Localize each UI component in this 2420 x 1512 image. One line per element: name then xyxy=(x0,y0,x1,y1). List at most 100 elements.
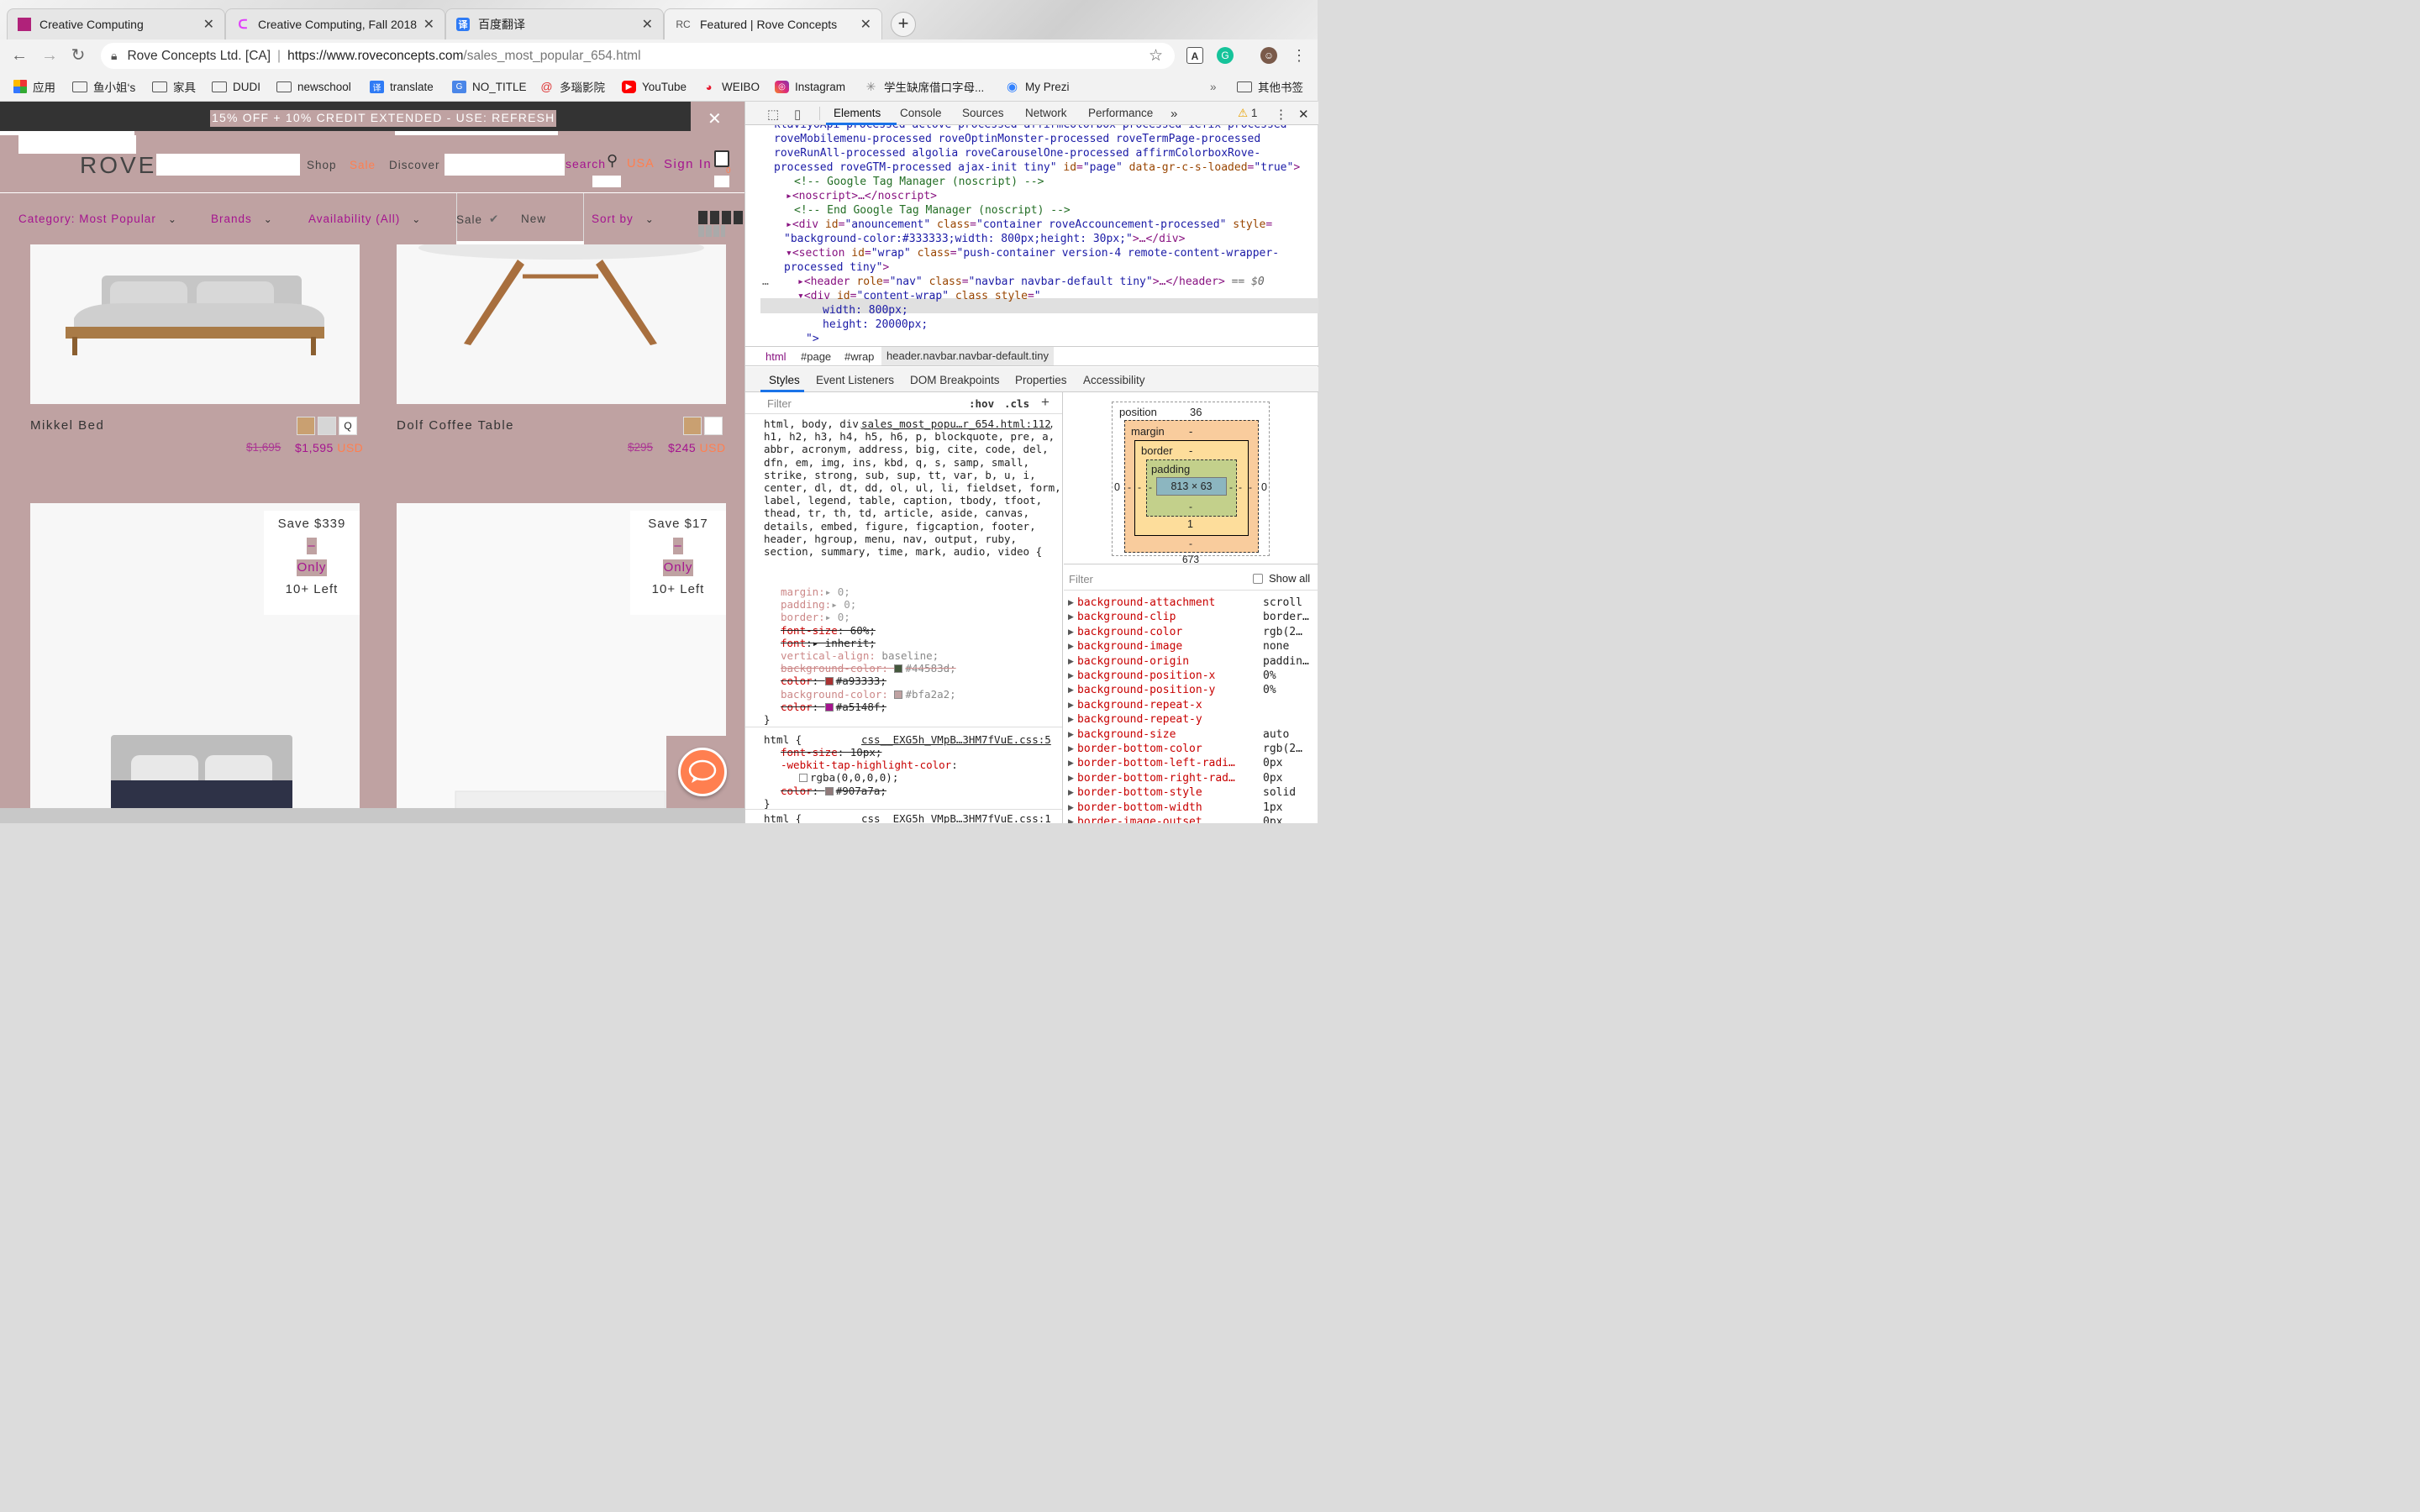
product-name[interactable]: Mikkel Bed xyxy=(30,418,104,433)
bookmark-folder[interactable]: 鱼小姐‘s xyxy=(72,77,135,96)
rule-selector[interactable]: html { xyxy=(764,733,802,746)
decl[interactable]: background-color: #bfa2a2; xyxy=(764,688,956,701)
rule-source-link[interactable]: css__EXG5h_VMpB…3HM7fVuE.css:1 xyxy=(861,812,1051,823)
computed-property[interactable]: background-position-y xyxy=(1077,684,1215,696)
swatch-grey[interactable] xyxy=(318,417,336,435)
dom-ellipsis[interactable]: … xyxy=(762,275,769,289)
decl[interactable]: font-size: 60%; xyxy=(764,624,956,637)
bookmark-site[interactable]: @ 多瑙影院 xyxy=(539,77,605,96)
sort-by[interactable]: Sort by ⌄ xyxy=(592,213,655,225)
expand-icon[interactable]: ▶ xyxy=(1068,627,1074,637)
decl-value[interactable]: rgba(0,0,0,0); xyxy=(764,771,958,784)
filter-availability[interactable]: Availability (All) ⌄ xyxy=(308,213,421,225)
announcement-text[interactable]: 15% OFF + 10% CREDIT EXTENDED - USE: REF… xyxy=(210,110,557,127)
dom-line[interactable]: ▾<section id="wrap" class="push-containe… xyxy=(786,246,1279,260)
hov-toggle[interactable]: :hov xyxy=(969,397,994,410)
decl[interactable]: color: #a93333; xyxy=(764,675,956,687)
expand-icon[interactable]: ▶ xyxy=(1068,715,1074,724)
expand-icon[interactable]: ▶ xyxy=(1068,803,1074,812)
expand-icon[interactable]: ▶ xyxy=(1068,774,1074,783)
back-arrow-icon[interactable]: ← xyxy=(8,45,30,66)
close-icon[interactable]: ✕ xyxy=(708,108,722,129)
tab-styles[interactable]: Styles xyxy=(769,374,800,386)
product-image-dolf-coffee-table[interactable] xyxy=(397,236,726,404)
other-bookmarks[interactable]: 其他书签 xyxy=(1237,77,1303,96)
computed-property[interactable]: border-bottom-color xyxy=(1077,743,1202,755)
inspect-icon[interactable]: ⬚ xyxy=(767,107,779,122)
expand-icon[interactable]: ▶ xyxy=(1068,788,1074,797)
computed-property[interactable]: background-attachment xyxy=(1077,596,1215,609)
dom-line[interactable]: processed roveGTM-processed ajax-init ti… xyxy=(774,160,1300,175)
decl[interactable]: margin:▸ 0; xyxy=(764,585,956,598)
decl[interactable]: padding:▸ 0; xyxy=(764,598,956,611)
computed-property[interactable]: border-bottom-left-radi… xyxy=(1077,757,1235,769)
bookmark-site[interactable]: ◎ Instagram xyxy=(775,77,845,96)
dom-line[interactable]: roveRunAll-processed algolia roveCarouse… xyxy=(774,146,1260,160)
sign-in-link[interactable]: Sign In xyxy=(664,157,712,171)
menu-discover[interactable]: Discover xyxy=(389,159,440,171)
add-rule-icon[interactable]: + xyxy=(1041,394,1050,411)
expand-icon[interactable]: ▶ xyxy=(1068,685,1074,695)
expand-icon[interactable]: ▶ xyxy=(1068,612,1074,622)
rule-selector[interactable]: html, body, div, span, applet, object, i… xyxy=(764,417,1061,558)
computed-property[interactable]: background-image xyxy=(1077,640,1182,653)
profile-avatar-icon[interactable]: ☺ xyxy=(1260,47,1277,64)
expand-icon[interactable]: ▶ xyxy=(1068,817,1074,823)
search-icon[interactable]: ⚲ xyxy=(607,152,618,170)
bookmark-folder[interactable]: 家具 xyxy=(152,77,196,96)
dom-line[interactable]: "background-color:#333333;width: 800px;h… xyxy=(784,232,1185,246)
device-toolbar-icon[interactable]: ▯ xyxy=(794,107,801,122)
close-tab-icon[interactable]: ✕ xyxy=(860,16,871,33)
dom-line[interactable]: ▾<div id="content-wrap" class style=" xyxy=(797,289,1041,303)
tab-dom-breakpoints[interactable]: DOM Breakpoints xyxy=(910,374,1000,386)
filter-sale[interactable]: Sale ✔ xyxy=(456,213,499,226)
swatch-white[interactable] xyxy=(704,417,723,435)
bookmark-site[interactable]: G NO_TITLE xyxy=(452,77,527,96)
show-all-checkbox[interactable] xyxy=(1253,574,1263,584)
crumb-header[interactable]: header.navbar.navbar-default.tiny xyxy=(881,347,1054,365)
computed-property[interactable]: border-bottom-style xyxy=(1077,786,1202,799)
computed-property[interactable]: border-bottom-right-rad… xyxy=(1077,772,1235,785)
menu-sale[interactable]: Sale xyxy=(350,159,376,171)
tab-properties[interactable]: Properties xyxy=(1015,374,1067,386)
computed-filter-input[interactable]: Filter xyxy=(1069,573,1093,585)
expand-icon[interactable]: ▶ xyxy=(1068,701,1074,710)
more-tabs-icon[interactable]: » xyxy=(1171,107,1177,121)
bookmark-site[interactable]: ✳ 学生缺席借口字母... xyxy=(864,77,985,96)
dom-comment[interactable]: <!-- Google Tag Manager (noscript) --> xyxy=(794,175,1044,189)
expand-icon[interactable]: ▶ xyxy=(1068,671,1074,680)
bookmark-star-icon[interactable]: ☆ xyxy=(1149,46,1163,66)
browser-tab-active[interactable]: RC Featured | Rove Concepts ✕ xyxy=(664,8,882,39)
browser-tab[interactable]: ᑕ Creative Computing, Fall 2018 ✕ xyxy=(225,8,445,39)
tab-elements[interactable]: Elements xyxy=(834,107,881,119)
chrome-menu-icon[interactable]: ⋮ xyxy=(1291,47,1307,64)
computed-property[interactable]: background-clip xyxy=(1077,611,1176,623)
dom-line[interactable]: klaviyoApi-processed aCtove-processed af… xyxy=(774,125,1286,132)
grid-view-icon[interactable] xyxy=(698,211,744,224)
decl[interactable]: background-color: #44583d; xyxy=(764,662,956,675)
grammarly-icon[interactable]: G xyxy=(1217,47,1234,64)
decl[interactable]: border:▸ 0; xyxy=(764,611,956,623)
product-image-mikkel-bed[interactable] xyxy=(30,244,360,404)
swatch-walnut[interactable] xyxy=(683,417,702,435)
rule-source-link[interactable]: sales_most_popu…r_654.html:112 xyxy=(861,417,1051,431)
forward-arrow-icon[interactable]: → xyxy=(39,45,60,66)
expand-icon[interactable]: ▶ xyxy=(1068,730,1074,739)
cart-icon[interactable] xyxy=(714,150,729,167)
filter-category[interactable]: Category: Most Popular ⌄ xyxy=(18,213,177,225)
dom-line[interactable]: "> xyxy=(806,332,819,346)
tab-sources[interactable]: Sources xyxy=(962,107,1004,119)
rule-source-link[interactable]: css__EXG5h_VMpB…3HM7fVuE.css:5 xyxy=(861,733,1051,746)
filter-new[interactable]: New xyxy=(521,213,546,225)
box-content[interactable]: 813 × 63 xyxy=(1156,477,1227,496)
crumb-page[interactable]: #page xyxy=(801,350,831,363)
browser-tab[interactable]: 译 百度翻译 ✕ xyxy=(445,8,664,39)
horizontal-scrollbar[interactable] xyxy=(0,808,744,823)
tab-console[interactable]: Console xyxy=(900,107,942,119)
swatch-walnut[interactable] xyxy=(297,417,315,435)
close-devtools-icon[interactable]: ✕ xyxy=(1298,107,1309,122)
bookmark-site[interactable]: 译 translate xyxy=(370,77,434,96)
crumb-wrap[interactable]: #wrap xyxy=(844,350,874,363)
address-bar[interactable]: 🔒︎ Rove Concepts Ltd. [CA] | https://www… xyxy=(101,43,1175,69)
tab-event-listeners[interactable]: Event Listeners xyxy=(816,374,894,386)
